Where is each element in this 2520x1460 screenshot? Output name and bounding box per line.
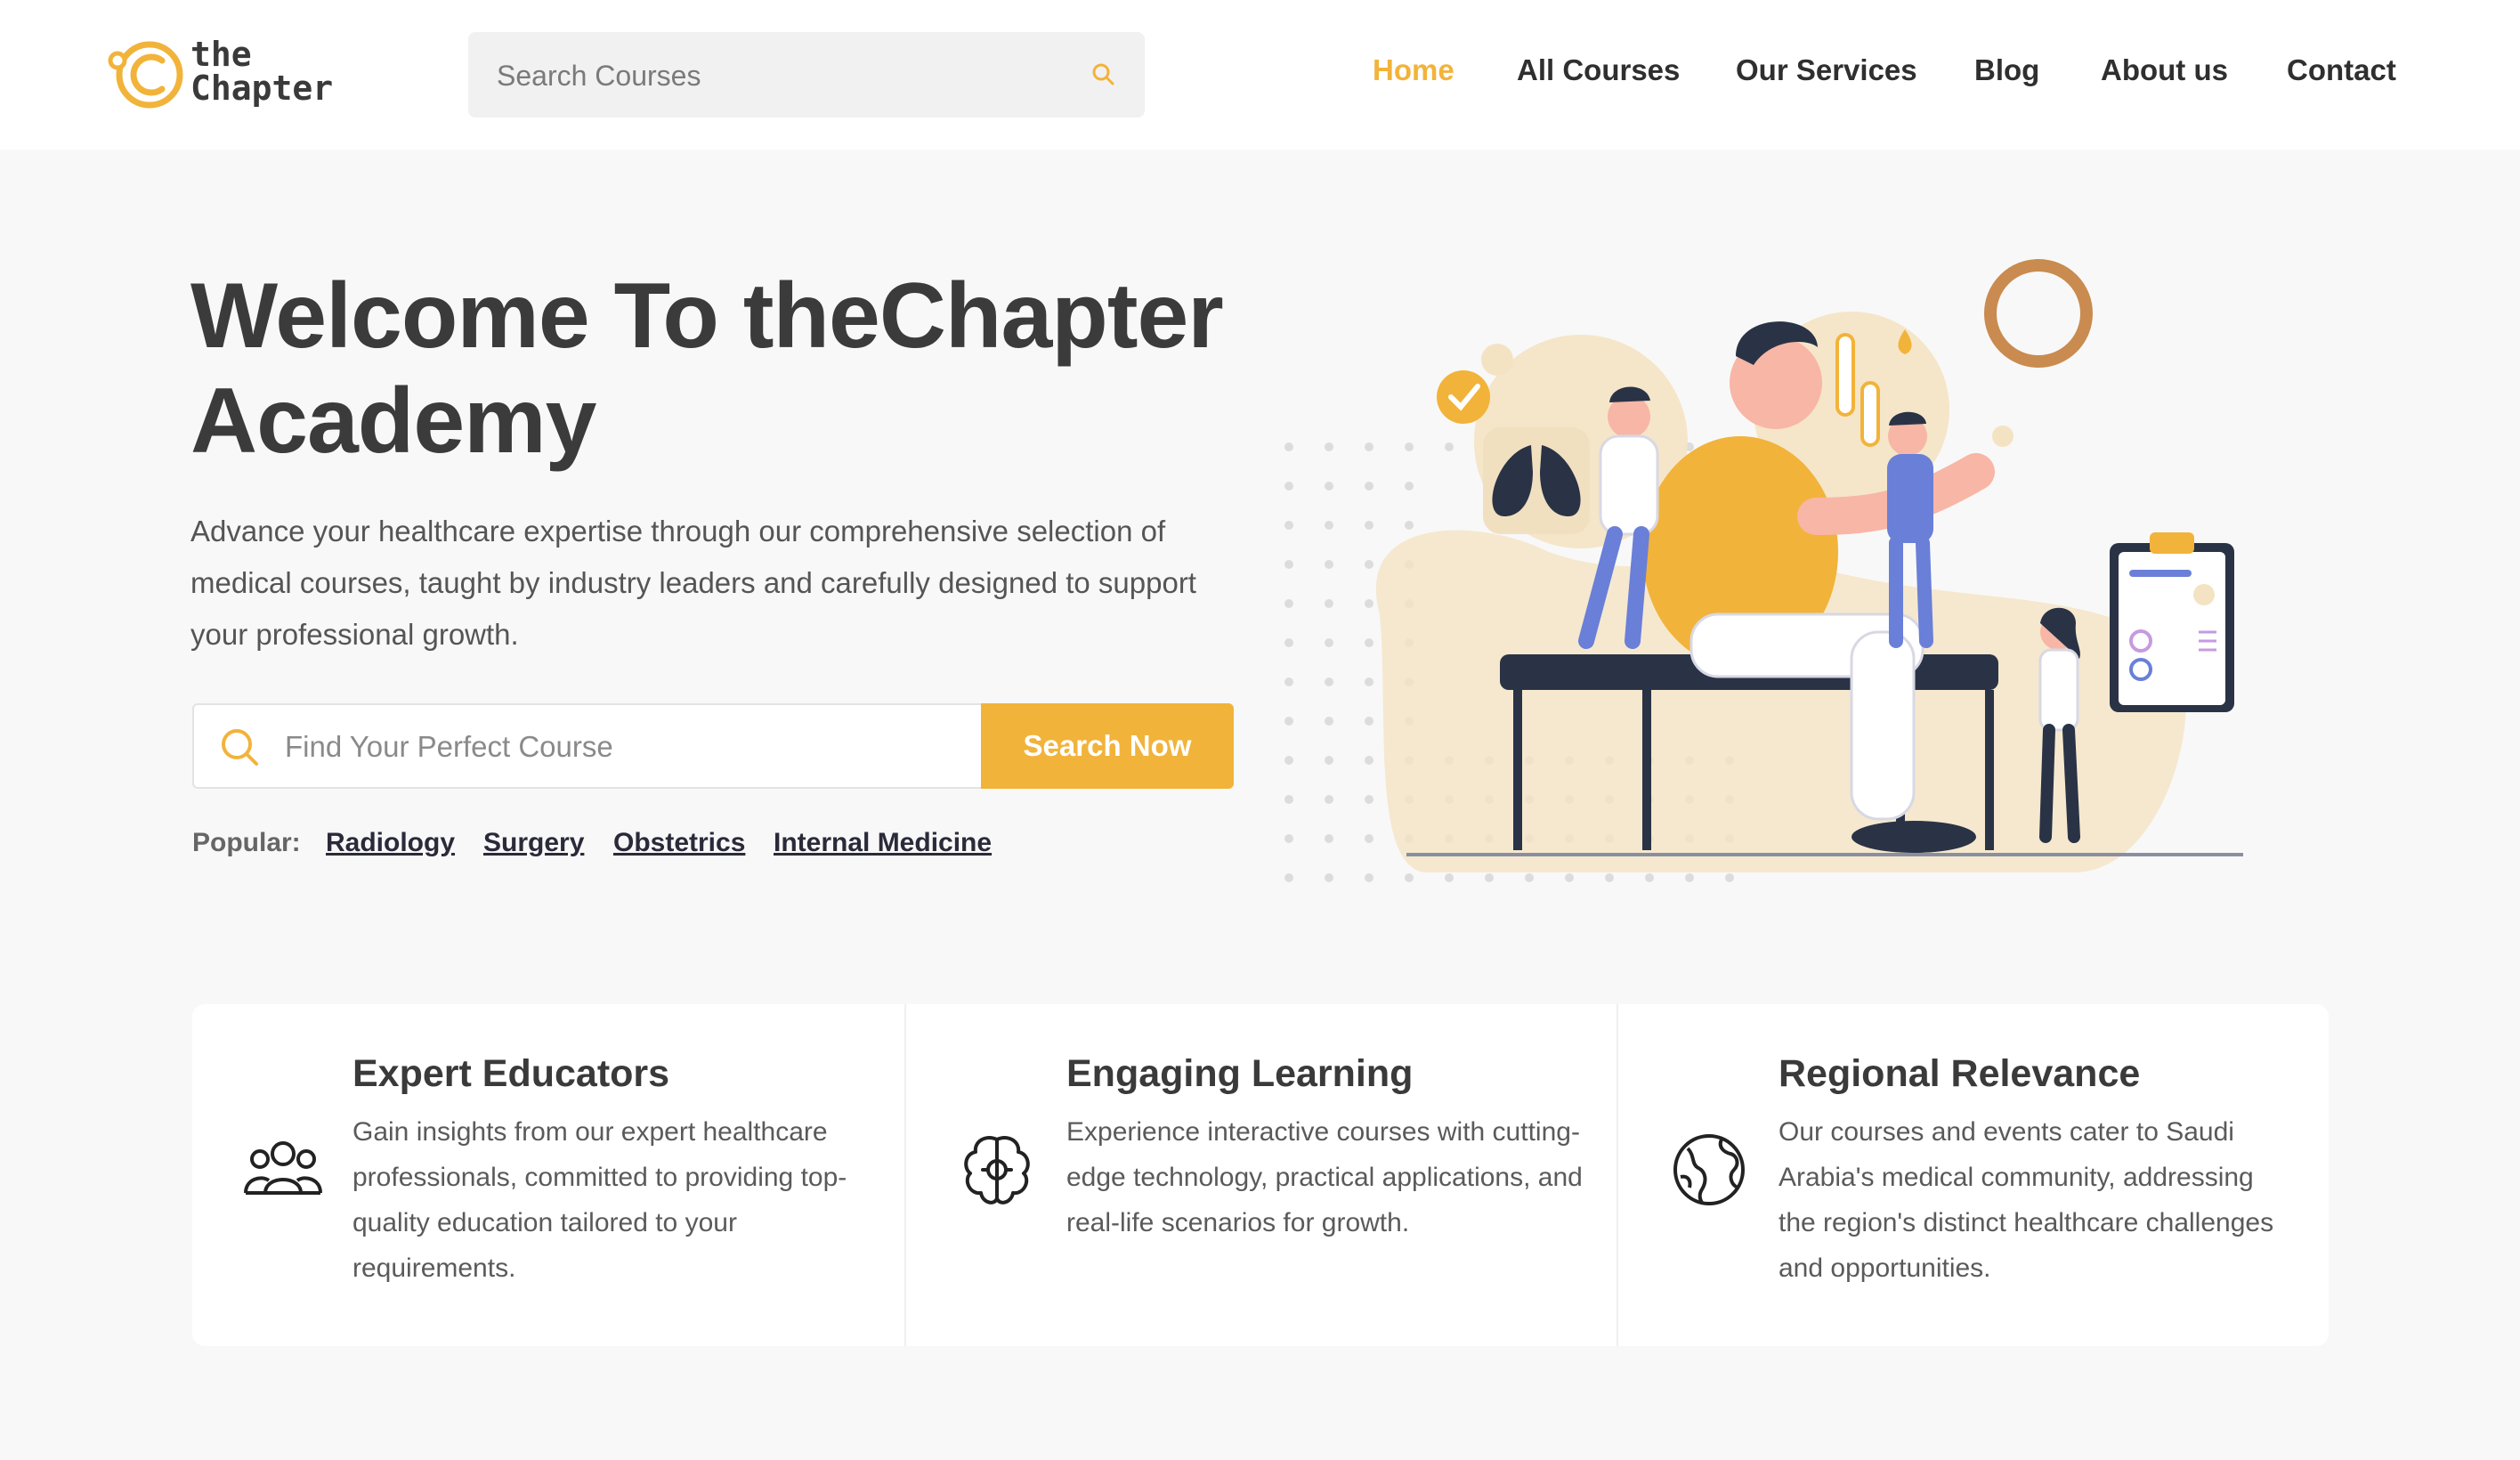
decorative-dot	[1725, 873, 1734, 882]
feature-text: Experience interactive courses with cutt…	[1066, 1117, 1583, 1237]
check-badge-icon	[1437, 370, 1490, 424]
decorative-dot	[1685, 873, 1694, 882]
decorative-dot	[1565, 873, 1574, 882]
features-panel: Expert Educators Gain insights from our …	[192, 1004, 2329, 1346]
decorative-dot	[1325, 599, 1333, 608]
decorative-dot	[1525, 873, 1534, 882]
people-group-icon	[244, 1141, 322, 1195]
decorative-dot	[1325, 560, 1333, 569]
decorative-dot	[1284, 834, 1293, 843]
brain-gear-icon	[964, 1135, 1030, 1204]
decorative-dot	[1325, 677, 1333, 686]
main-nav: Home All Courses Our Services Blog About…	[0, 53, 2520, 98]
decorative-dot	[1365, 834, 1373, 843]
decorative-dot	[1485, 873, 1494, 882]
decorative-dot	[1325, 756, 1333, 765]
course-search-input[interactable]	[283, 705, 963, 789]
clipboard-icon	[2110, 532, 2234, 712]
nav-blog[interactable]: Blog	[1974, 53, 2039, 87]
decorative-dot	[1365, 756, 1373, 765]
popular-label: Popular:	[192, 828, 301, 857]
decorative-dot	[1284, 442, 1293, 451]
popular-link-radiology[interactable]: Radiology	[326, 828, 455, 858]
nav-home[interactable]: Home	[1373, 53, 1454, 87]
nav-all-courses[interactable]: All Courses	[1517, 53, 1680, 87]
decorative-dot	[1284, 560, 1293, 569]
hero-search-bar: Search Now	[192, 703, 1234, 789]
decorative-dot	[1284, 717, 1293, 726]
decorative-dot	[1365, 873, 1373, 882]
decorative-dot	[1365, 599, 1373, 608]
globe-icon	[1673, 1134, 1745, 1205]
decorative-dot	[1284, 521, 1293, 530]
decorative-dot	[1365, 560, 1373, 569]
lungs-icon	[1483, 427, 1590, 534]
feature-expert-educators: Expert Educators Gain insights from our …	[192, 1004, 903, 1346]
popular-link-internal-medicine[interactable]: Internal Medicine	[774, 828, 992, 858]
decorative-dot	[1325, 873, 1333, 882]
nav-contact[interactable]: Contact	[2287, 53, 2396, 87]
decorative-dot	[1284, 482, 1293, 491]
popular-link-obstetrics[interactable]: Obstetrics	[613, 828, 745, 858]
nav-about-us[interactable]: About us	[2101, 53, 2228, 87]
feature-title: Engaging Learning	[1066, 1052, 1414, 1095]
orange-ring	[1984, 259, 2093, 368]
feature-title: Expert Educators	[352, 1052, 670, 1095]
popular-link-surgery[interactable]: Surgery	[483, 828, 584, 858]
decorative-dot	[1284, 795, 1293, 804]
decorative-dot	[1405, 442, 1414, 451]
decorative-dot	[1365, 521, 1373, 530]
nav-our-services[interactable]: Our Services	[1736, 53, 1917, 87]
decorative-dot	[1405, 482, 1414, 491]
decorative-dot	[1365, 482, 1373, 491]
hero-title: Welcome To theChapter Academy	[190, 264, 1224, 473]
feature-text: Gain insights from our expert healthcare…	[352, 1117, 847, 1283]
feature-text: Our courses and events cater to Saudi Ar…	[1779, 1117, 2274, 1283]
decorative-dot	[1325, 442, 1333, 451]
decorative-dot	[1365, 677, 1373, 686]
decorative-dot	[1365, 638, 1373, 647]
decorative-dot	[1284, 756, 1293, 765]
decorative-dot	[1405, 873, 1414, 882]
decorative-dot	[1405, 521, 1414, 530]
decorative-dot	[1325, 638, 1333, 647]
feature-regional-relevance: Regional Relevance Our courses and event…	[1617, 1004, 2329, 1346]
hero-description: Advance your healthcare expertise throug…	[190, 515, 1196, 651]
decorative-dot	[1284, 638, 1293, 647]
decorative-dot	[1325, 717, 1333, 726]
feature-engaging-learning: Engaging Learning Experience interactive…	[904, 1004, 1617, 1346]
decorative-dot	[1365, 717, 1373, 726]
medical-team-illustration: /* dots drawn below */	[1284, 259, 2243, 882]
decorative-dot	[1325, 482, 1333, 491]
decorative-dot	[1284, 599, 1293, 608]
decorative-dot	[1445, 873, 1454, 882]
decorative-dot	[1365, 442, 1373, 451]
decorative-dot	[1284, 873, 1293, 882]
decorative-dot	[1445, 442, 1454, 451]
decorative-dot	[1645, 873, 1654, 882]
decorative-dot	[1325, 834, 1333, 843]
decorative-dot	[1284, 677, 1293, 686]
decorative-dot	[1325, 521, 1333, 530]
feature-title: Regional Relevance	[1779, 1052, 2141, 1095]
decorative-dot	[1605, 873, 1614, 882]
search-icon	[222, 729, 258, 766]
decorative-dot	[1325, 795, 1333, 804]
decorative-dot	[1365, 795, 1373, 804]
site-header: the Chapter Home All Courses Our Service…	[0, 0, 2520, 150]
search-now-button[interactable]: Search Now	[981, 703, 1234, 789]
